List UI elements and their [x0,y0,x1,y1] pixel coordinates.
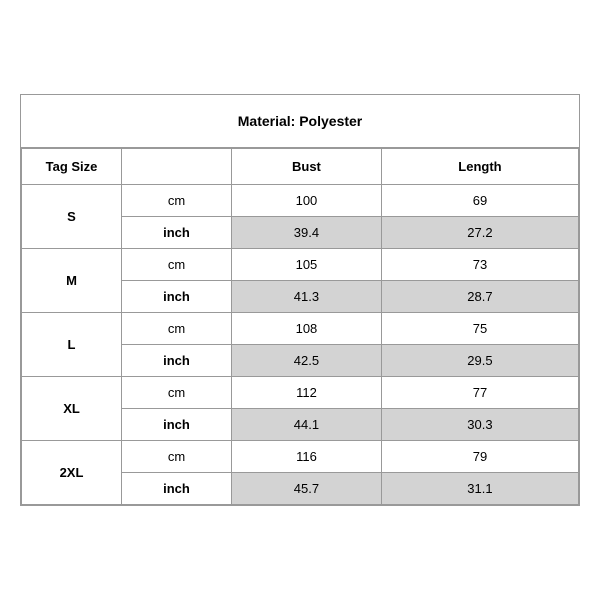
chart-title: Material: Polyester [21,95,579,148]
unit-cm: cm [122,313,232,345]
cm-length-value: 69 [381,185,578,217]
cm-length-value: 73 [381,249,578,281]
cm-bust-value: 108 [232,313,382,345]
unit-inch: inch [122,345,232,377]
unit-cm: cm [122,377,232,409]
cm-bust-value: 116 [232,441,382,473]
tag-size-cell: S [22,185,122,249]
inch-bust-value: 42.5 [232,345,382,377]
unit-cm: cm [122,441,232,473]
inch-length-value: 31.1 [381,473,578,505]
cm-bust-value: 112 [232,377,382,409]
inch-bust-value: 44.1 [232,409,382,441]
inch-length-value: 27.2 [381,217,578,249]
header-length: Length [381,149,578,185]
unit-cm: cm [122,185,232,217]
header-bust: Bust [232,149,382,185]
inch-bust-value: 45.7 [232,473,382,505]
cm-bust-value: 105 [232,249,382,281]
tag-size-cell: 2XL [22,441,122,505]
unit-inch: inch [122,217,232,249]
cm-bust-value: 100 [232,185,382,217]
header-tag-size: Tag Size [22,149,122,185]
unit-inch: inch [122,281,232,313]
cm-length-value: 79 [381,441,578,473]
tag-size-cell: L [22,313,122,377]
tag-size-cell: XL [22,377,122,441]
inch-length-value: 29.5 [381,345,578,377]
unit-inch: inch [122,409,232,441]
cm-length-value: 77 [381,377,578,409]
unit-cm: cm [122,249,232,281]
tag-size-cell: M [22,249,122,313]
inch-length-value: 30.3 [381,409,578,441]
cm-length-value: 75 [381,313,578,345]
unit-inch: inch [122,473,232,505]
header-unit [122,149,232,185]
inch-bust-value: 39.4 [232,217,382,249]
size-chart: Material: Polyester Tag Size Bust Length… [20,94,580,506]
inch-length-value: 28.7 [381,281,578,313]
inch-bust-value: 41.3 [232,281,382,313]
